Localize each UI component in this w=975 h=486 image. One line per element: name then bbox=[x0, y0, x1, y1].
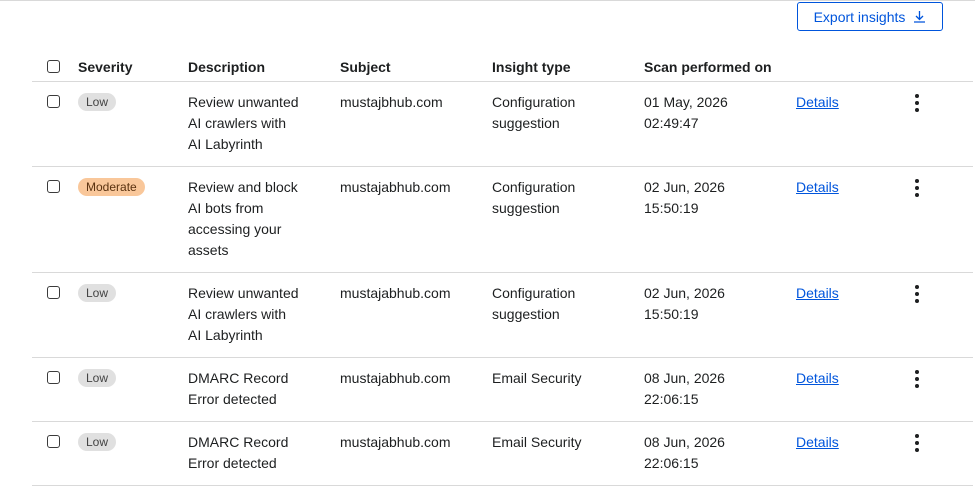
subject-cell: mustajabhub.com bbox=[340, 434, 451, 450]
severity-badge: Low bbox=[78, 433, 117, 451]
more-options-icon[interactable] bbox=[912, 94, 922, 112]
subject-cell: mustajabhub.com bbox=[340, 285, 451, 301]
insight-type-cell: Configuration suggestion bbox=[492, 179, 576, 216]
details-link[interactable]: Details bbox=[796, 283, 839, 304]
table-row: Moderate Review and block AI bots from acce… bbox=[32, 167, 973, 273]
export-insights-label: Export insights bbox=[813, 8, 906, 25]
scan-date-cell: 02 Jun, 2026 15:50:19 bbox=[644, 285, 725, 322]
table-row: Low DMARC Record Error detected mustajabhub… bbox=[32, 422, 973, 486]
row-checkbox[interactable] bbox=[47, 435, 60, 448]
insight-type-cell: Email Security bbox=[492, 370, 582, 386]
more-options-icon[interactable] bbox=[912, 179, 922, 197]
subject-cell: mustajabhub.com bbox=[340, 370, 451, 386]
description-cell: Review unwanted AI crawlers with AI Labyri… bbox=[188, 94, 299, 152]
subject-cell: mustajbhub.com bbox=[340, 94, 443, 110]
header-scan-performed[interactable]: Scan performed on bbox=[644, 57, 784, 78]
table-header-row: Severity Description Subject Insight typ… bbox=[32, 52, 973, 82]
top-divider bbox=[0, 0, 975, 1]
description-cell: DMARC Record Error detected bbox=[188, 434, 289, 471]
row-checkbox[interactable] bbox=[47, 371, 60, 384]
table-row: Low DMARC Record Error detected mustajabhub… bbox=[32, 358, 973, 422]
select-all-checkbox[interactable] bbox=[47, 60, 60, 73]
insight-type-cell: Email Security bbox=[492, 434, 582, 450]
scan-date-cell: 01 May, 2026 02:49:47 bbox=[644, 94, 728, 131]
description-cell: Review unwanted AI crawlers with AI Labyri… bbox=[188, 285, 299, 343]
severity-badge: Low bbox=[78, 284, 117, 302]
more-options-icon[interactable] bbox=[912, 285, 922, 303]
subject-cell: mustajabhub.com bbox=[340, 179, 451, 195]
row-checkbox[interactable] bbox=[47, 95, 60, 108]
insight-type-cell: Configuration suggestion bbox=[492, 285, 576, 322]
details-link[interactable]: Details bbox=[796, 368, 839, 389]
more-options-icon[interactable] bbox=[912, 370, 922, 388]
row-checkbox[interactable] bbox=[47, 180, 60, 193]
details-link[interactable]: Details bbox=[796, 432, 839, 453]
table-row: Low Review unwanted AI crawlers with AI Lab… bbox=[32, 82, 973, 167]
scan-date-cell: 02 Jun, 2026 15:50:19 bbox=[644, 179, 725, 216]
header-subject[interactable]: Subject bbox=[340, 57, 391, 78]
download-icon bbox=[914, 11, 926, 23]
insights-table: Severity Description Subject Insight typ… bbox=[32, 52, 973, 486]
severity-badge: Moderate bbox=[78, 178, 145, 196]
table-row: Low Review unwanted AI crawlers with AI Lab… bbox=[32, 273, 973, 358]
severity-badge: Low bbox=[78, 369, 117, 387]
description-cell: DMARC Record Error detected bbox=[188, 370, 289, 407]
header-severity[interactable]: Severity bbox=[78, 57, 132, 78]
description-cell: Review and block AI bots from accessing yo… bbox=[188, 179, 298, 258]
scan-date-cell: 08 Jun, 2026 22:06:15 bbox=[644, 434, 725, 471]
export-insights-button[interactable]: Export insights bbox=[797, 2, 943, 31]
scan-date-cell: 08 Jun, 2026 22:06:15 bbox=[644, 370, 725, 407]
details-link[interactable]: Details bbox=[796, 92, 839, 113]
more-options-icon[interactable] bbox=[912, 434, 922, 452]
row-checkbox[interactable] bbox=[47, 286, 60, 299]
details-link[interactable]: Details bbox=[796, 177, 839, 198]
header-description[interactable]: Description bbox=[188, 57, 328, 78]
severity-badge: Low bbox=[78, 93, 117, 111]
header-insight-type[interactable]: Insight type bbox=[492, 57, 632, 78]
insight-type-cell: Configuration suggestion bbox=[492, 94, 576, 131]
